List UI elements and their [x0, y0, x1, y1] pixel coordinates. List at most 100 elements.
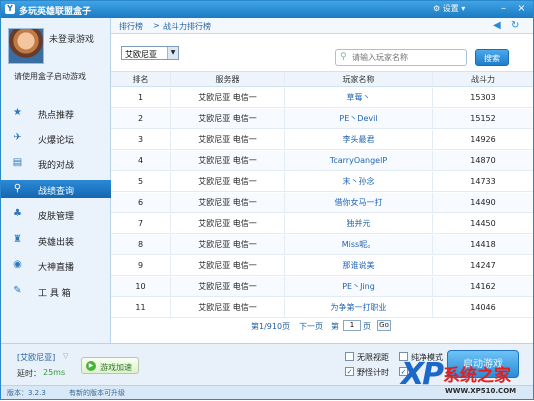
back-arrow-icon[interactable]: ◀ — [493, 20, 501, 32]
player-name-link[interactable]: TcarryOangelP — [285, 151, 433, 170]
gear-icon: ♜ — [13, 234, 22, 245]
power-cell: 14162 — [470, 282, 496, 291]
goto-suffix: 页 — [363, 322, 371, 331]
table-row[interactable]: 4 艾欧尼亚 电信一 TcarryOangelP 14870 — [111, 151, 533, 171]
search-button[interactable]: 搜索 — [475, 49, 509, 66]
server-cell: 艾欧尼亚 电信一 — [171, 214, 285, 233]
rank-cell: 5 — [111, 172, 171, 191]
game-accelerate-button[interactable]: ▶ 游戏加速 — [81, 357, 139, 374]
star-icon: ★ — [13, 107, 22, 118]
server-cell: 艾欧尼亚 电信一 — [171, 151, 285, 170]
update-link[interactable]: 有新的版本可升级 — [69, 388, 125, 398]
minimize-button[interactable]: – — [497, 3, 510, 15]
sidebar-item-label: 工 具 箱 — [38, 289, 71, 299]
sidebar-item-label: 火爆论坛 — [38, 136, 75, 146]
close-button[interactable]: × — [515, 3, 528, 15]
power-cell: 15152 — [470, 114, 496, 123]
player-name-link[interactable]: 为争第一打职业 — [285, 298, 433, 317]
main-panel: 排行榜 > 战斗力排行榜 ◀ ↻ 艾欧尼亚 ▼ ⚲ 搜索 排名 服务器 玩家名称… — [111, 18, 533, 343]
latency-value: 25ms — [43, 368, 66, 377]
table-row[interactable]: 2 艾欧尼亚 电信一 PE丶Devil 15152 — [111, 109, 533, 129]
checkbox-box[interactable]: ✓ — [345, 367, 354, 376]
breadcrumb-separator: > — [153, 21, 160, 30]
player-name-link[interactable]: 那谁说美 — [285, 256, 433, 275]
table-row[interactable]: 8 艾欧尼亚 电信一 Miss呢。 14418 — [111, 235, 533, 255]
table-row[interactable]: 11 艾欧尼亚 电信一 为争第一打职业 14046 — [111, 298, 533, 318]
sidebar-item-hot-recommend[interactable]: ★ 热点推荐 — [1, 104, 111, 122]
wrench-icon: ✎ — [13, 285, 22, 296]
player-name-link[interactable]: 李头最君 — [285, 130, 433, 149]
page-status: 第1/910页 — [251, 322, 291, 331]
gear-icon: ⚙ — [433, 4, 441, 13]
sidebar-item-label: 大神直播 — [38, 263, 75, 273]
checkbox-label: 野怪计时 — [357, 368, 389, 377]
header-server: 服务器 — [171, 72, 285, 86]
power-cell: 14490 — [470, 198, 496, 207]
table-row[interactable]: 1 艾欧尼亚 电信一 草莓丶 15303 — [111, 88, 533, 108]
header-player: 玩家名称 — [285, 72, 433, 86]
table-row[interactable]: 5 艾欧尼亚 电信一 末丶孙念 14733 — [111, 172, 533, 192]
breadcrumb-leaderboard[interactable]: 排行榜 — [119, 21, 143, 32]
login-status: 未登录游戏 — [49, 35, 95, 45]
window-title: 多玩英雄联盟盒子 — [19, 7, 92, 17]
player-name-link[interactable]: Miss呢。 — [285, 235, 433, 254]
current-region[interactable]: [艾欧尼亚] — [17, 352, 55, 363]
player-name-link[interactable]: 借你女马一打 — [285, 193, 433, 212]
go-button[interactable]: Go — [377, 320, 391, 331]
server-cell: 艾欧尼亚 电信一 — [171, 298, 285, 317]
settings-button[interactable]: ⚙ 设置 ▾ — [433, 3, 465, 15]
breadcrumb-power-ranking: 战斗力排行榜 — [163, 22, 211, 31]
refresh-icon[interactable]: ↻ — [511, 20, 519, 32]
search-box[interactable]: ⚲ — [335, 49, 467, 66]
checkbox-box[interactable] — [345, 352, 354, 361]
document-icon: ▤ — [12, 157, 23, 168]
table-row[interactable]: 10 艾欧尼亚 电信一 PE丶Jing 14162 — [111, 277, 533, 297]
accelerate-icon: ▶ — [86, 361, 96, 371]
server-cell: 艾欧尼亚 电信一 — [171, 193, 285, 212]
site-watermark: XP 系统之家 WWW.XP510.COM — [401, 357, 534, 401]
search-icon: ⚲ — [340, 52, 347, 62]
chevron-down-icon: ▾ — [461, 4, 466, 13]
rank-cell: 6 — [111, 193, 171, 212]
sidebar-item-live[interactable]: ◉ 大神直播 — [1, 256, 111, 274]
player-name-link[interactable]: 末丶孙念 — [285, 172, 433, 191]
avatar[interactable] — [8, 28, 44, 64]
header-rank: 排名 — [111, 72, 171, 86]
server-cell: 艾欧尼亚 电信一 — [171, 235, 285, 254]
sidebar-item-label: 我的对战 — [38, 161, 75, 171]
server-cell: 艾欧尼亚 电信一 — [171, 88, 285, 107]
rank-cell: 3 — [111, 130, 171, 149]
rank-cell: 7 — [111, 214, 171, 233]
chevron-down-icon[interactable]: ▽ — [63, 352, 68, 360]
rank-cell: 9 — [111, 256, 171, 275]
page-number-input[interactable]: 1 — [343, 320, 361, 331]
search-input[interactable] — [352, 51, 464, 64]
table-row[interactable]: 3 艾欧尼亚 电信一 李头最君 14926 — [111, 130, 533, 150]
sidebar-item-hero-builds[interactable]: ♜ 英雄出装 — [1, 231, 111, 249]
sidebar-item-record-query[interactable]: ⚲ 战绩查询 — [1, 180, 111, 198]
sidebar-item-my-matches[interactable]: ▤ 我的对战 — [1, 154, 111, 172]
sidebar: 未登录游戏 请使用盒子启动游戏 ★ 热点推荐 ✈ 火爆论坛 ▤ 我的对战 ⚲ 战… — [1, 18, 111, 343]
sidebar-item-label: 热点推荐 — [38, 111, 75, 121]
header-power: 战斗力 — [471, 75, 495, 84]
app-logo-icon: Y — [5, 4, 15, 14]
sidebar-item-toolbox[interactable]: ✎ 工 具 箱 — [1, 282, 111, 300]
player-name-link[interactable]: 独并元 — [285, 214, 433, 233]
player-name-link[interactable]: PE丶Devil — [285, 109, 433, 128]
server-cell: 艾欧尼亚 电信一 — [171, 130, 285, 149]
power-cell: 14733 — [470, 177, 496, 186]
region-select[interactable]: 艾欧尼亚 ▼ — [121, 46, 179, 60]
player-name-link[interactable]: 草莓丶 — [285, 88, 433, 107]
power-cell: 15303 — [470, 93, 496, 102]
next-page-link[interactable]: 下一页 — [299, 321, 323, 332]
table-row[interactable]: 7 艾欧尼亚 电信一 独并元 14450 — [111, 214, 533, 234]
sidebar-item-forum[interactable]: ✈ 火爆论坛 — [1, 129, 111, 147]
table-row[interactable]: 9 艾欧尼亚 电信一 那谁说美 14247 — [111, 256, 533, 276]
title-bar: Y 多玩英雄联盟盒子 ⚙ 设置 ▾ – × — [1, 1, 533, 18]
latency-label: 延时： — [17, 369, 41, 378]
watermark-logo: XP — [401, 357, 444, 392]
sidebar-item-skins[interactable]: ♣ 皮肤管理 — [1, 205, 111, 223]
player-name-link[interactable]: PE丶Jing — [285, 277, 433, 296]
table-header: 排名 服务器 玩家名称 战斗力 — [111, 71, 533, 87]
table-row[interactable]: 6 艾欧尼亚 电信一 借你女马一打 14490 — [111, 193, 533, 213]
